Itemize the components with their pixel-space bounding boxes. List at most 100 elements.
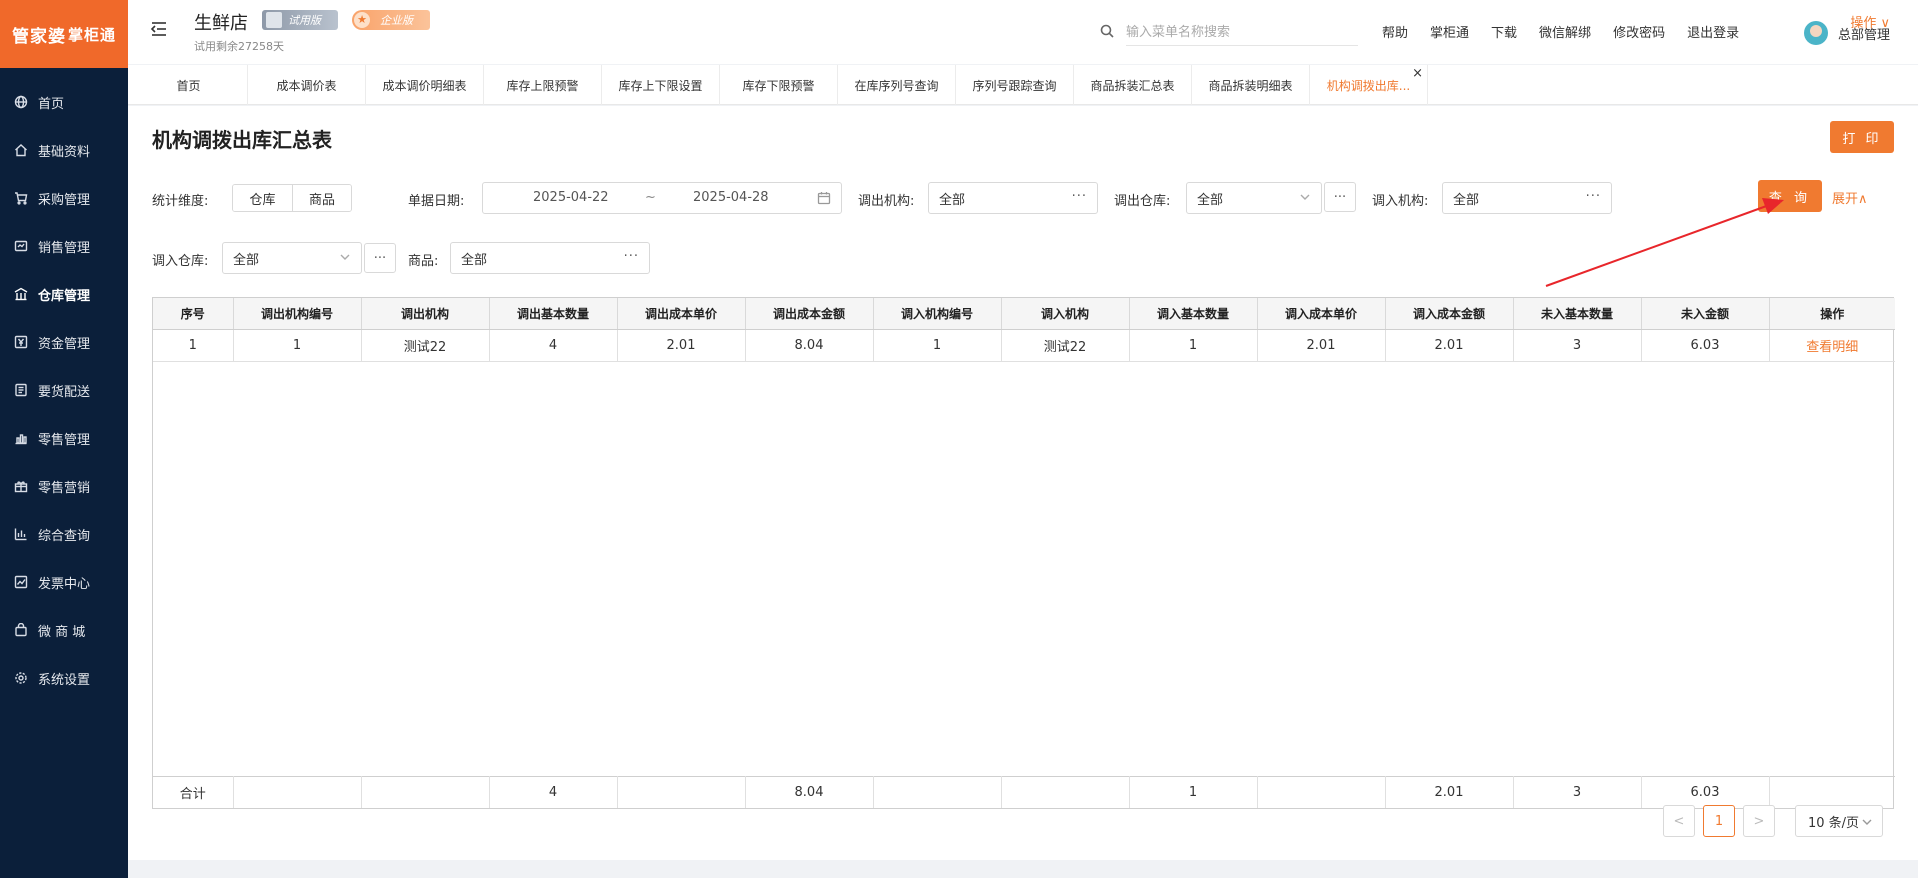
out-wh-select[interactable]: 全部	[1186, 182, 1322, 214]
close-icon[interactable]: ×	[1412, 67, 1423, 80]
sidebar-item-11[interactable]: 微 商 城	[0, 606, 128, 654]
header-link-0[interactable]: 帮助	[1382, 22, 1408, 41]
more-dots-icon[interactable]: ···	[1072, 189, 1087, 204]
goods-value: 全部	[461, 252, 488, 268]
page-size-select[interactable]: 10 条/页	[1795, 805, 1883, 837]
sidebar-item-8[interactable]: 零售营销	[0, 462, 128, 510]
cart-icon	[14, 191, 28, 205]
header-link-2[interactable]: 下载	[1491, 22, 1517, 41]
store-name[interactable]: 生鲜店	[194, 9, 248, 35]
out-wh-more-button[interactable]: ···	[1324, 182, 1356, 212]
out-org-select[interactable]: 全部 ···	[928, 182, 1098, 214]
prev-page-button[interactable]: <	[1663, 805, 1695, 837]
column-header: 调出成本金额	[745, 298, 874, 330]
tab-6[interactable]: 在库序列号查询	[838, 65, 956, 105]
sidebar-item-9[interactable]: 综合查询	[0, 510, 128, 558]
tab-5[interactable]: 库存下限预警	[720, 65, 838, 105]
tab-4[interactable]: 库存上下限设置	[602, 65, 720, 105]
chevron-down-icon	[1299, 191, 1311, 203]
totals-cell: 4	[489, 775, 618, 808]
sidebar-item-6[interactable]: 要货配送	[0, 366, 128, 414]
dimension-option-goods[interactable]: 商品	[292, 185, 351, 211]
tab-7[interactable]: 序列号跟踪查询	[956, 65, 1074, 105]
enterprise-badge: ★ 企业版	[352, 10, 430, 30]
header-link-5[interactable]: 退出登录	[1687, 22, 1739, 41]
totals-cell	[233, 775, 362, 808]
search-icon[interactable]	[1100, 24, 1114, 38]
table-cell: 2.01	[1257, 329, 1386, 362]
in-wh-select[interactable]: 全部	[222, 242, 362, 274]
table-cell: 1	[873, 329, 1002, 362]
totals-cell	[1769, 775, 1895, 808]
in-org-select[interactable]: 全部 ···	[1442, 182, 1612, 214]
summary-table: 序号 调出机构编号 调出机构 调出基本数量 调出成本单价 调出成本金额 调入机构编号 调入机构…	[152, 297, 1895, 809]
sidebar-item-4[interactable]: 仓库管理	[0, 270, 128, 318]
in-org-label: 调入机构:	[1372, 194, 1429, 209]
globe-icon	[14, 95, 28, 109]
tab-9[interactable]: 商品拆装明细表	[1192, 65, 1310, 105]
more-dots-icon[interactable]: ···	[624, 249, 639, 264]
in-wh-more-button[interactable]: ···	[364, 243, 396, 273]
tab-label: 机构调拨出库...	[1326, 78, 1411, 93]
chart-icon	[14, 527, 28, 541]
trial-badge: 试用版	[262, 10, 338, 30]
sidebar-item-2[interactable]: 采购管理	[0, 174, 128, 222]
in-org-value: 全部	[1453, 192, 1480, 208]
sidebar-item-5[interactable]: 资金管理	[0, 318, 128, 366]
home-icon	[14, 143, 28, 157]
tab-2[interactable]: 成本调价明细表	[366, 65, 484, 105]
query-button[interactable]: 查 询	[1758, 180, 1822, 212]
print-button[interactable]: 打 印	[1830, 121, 1894, 153]
data-table: 序号 调出机构编号 调出机构 调出基本数量 调出成本单价 调出成本金额 调入机构编号 调入机构…	[153, 298, 1895, 362]
sidebar-item-0[interactable]: 首页	[0, 78, 128, 126]
tabs-operations-dropdown[interactable]: 操作 ∨	[1850, 12, 1890, 31]
view-detail-link[interactable]: 查看明细	[1769, 329, 1895, 362]
menu-toggle-icon[interactable]	[150, 20, 168, 38]
header-link-1[interactable]: 掌柜通	[1430, 22, 1469, 41]
page-1-button[interactable]: 1	[1703, 805, 1735, 837]
header-link-4[interactable]: 修改密码	[1613, 22, 1665, 41]
sidebar-item-3[interactable]: 销售管理	[0, 222, 128, 270]
sidebar-item-label: 要货配送	[38, 384, 91, 400]
tab-label: 在库序列号查询	[854, 78, 939, 93]
tab-0[interactable]: 首页	[130, 65, 248, 105]
sidebar-item-label: 销售管理	[38, 240, 91, 256]
date-range-picker[interactable]: 2025-04-22 ~ 2025-04-28	[482, 182, 842, 214]
next-page-button[interactable]: >	[1743, 805, 1775, 837]
expand-toggle[interactable]: 展开∧	[1832, 188, 1868, 207]
date-separator: ~	[645, 190, 656, 205]
goods-label: 商品:	[408, 254, 439, 269]
calendar-icon[interactable]	[817, 191, 831, 205]
goods-select[interactable]: 全部 ···	[450, 242, 650, 274]
more-dots-icon[interactable]: ···	[1586, 189, 1601, 204]
date-from[interactable]: 2025-04-22	[533, 190, 609, 205]
sidebar-item-10[interactable]: 发票中心	[0, 558, 128, 606]
sales-icon	[14, 239, 28, 253]
avatar[interactable]	[1803, 21, 1828, 45]
out-wh-label: 调出仓库:	[1114, 194, 1171, 209]
tab-10[interactable]: 机构调拨出库... ×	[1310, 65, 1428, 105]
tab-label: 序列号跟踪查询	[972, 78, 1057, 93]
pagination: < 1 > 10 条/页	[1663, 805, 1883, 837]
sidebar-item-7[interactable]: 零售管理	[0, 414, 128, 462]
sidebar-item-label: 首页	[38, 96, 65, 112]
table-header-row: 序号 调出机构编号 调出机构 调出基本数量 调出成本单价 调出成本金额 调入机构编号 调入机构…	[153, 298, 1895, 330]
main-content: 机构调拨出库汇总表 打 印 统计维度: 仓库 商品 单据日期: 2025-04-…	[128, 106, 1918, 860]
date-label: 单据日期:	[408, 194, 465, 209]
dimension-toggle: 仓库 商品	[232, 184, 352, 212]
sidebar-item-12[interactable]: 系统设置	[0, 654, 128, 702]
date-to[interactable]: 2025-04-28	[693, 190, 769, 205]
brand-logo: 管家婆 掌柜通	[0, 0, 128, 68]
header-link-3[interactable]: 微信解绑	[1539, 22, 1591, 41]
tab-8[interactable]: 商品拆装汇总表	[1074, 65, 1192, 105]
page-title: 机构调拨出库汇总表	[152, 128, 332, 152]
tab-label: 首页	[176, 78, 201, 93]
totals-cell	[1001, 775, 1130, 808]
top-header: 生鲜店 试用版 ★ 企业版 试用剩余27258天 帮助 掌柜通 下载 微信解绑 修改密码 退…	[128, 0, 1918, 64]
tab-1[interactable]: 成本调价表	[248, 65, 366, 105]
menu-search-input[interactable]	[1126, 20, 1358, 44]
column-header: 调入机构	[1001, 298, 1130, 330]
sidebar-item-1[interactable]: 基础资料	[0, 126, 128, 174]
dimension-option-warehouse[interactable]: 仓库	[233, 185, 292, 211]
tab-3[interactable]: 库存上限预警	[484, 65, 602, 105]
